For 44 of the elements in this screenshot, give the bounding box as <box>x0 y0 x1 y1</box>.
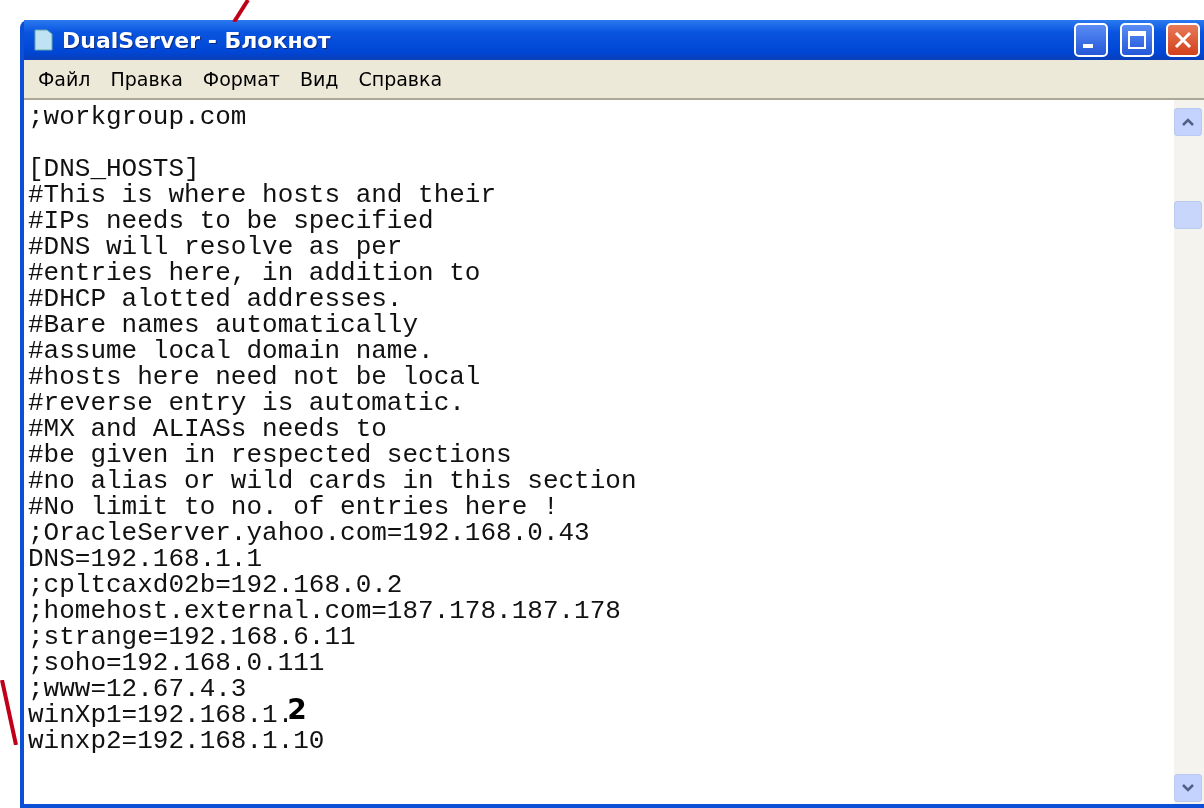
close-icon <box>1173 30 1193 50</box>
maximize-button[interactable] <box>1120 23 1154 57</box>
text-line: #hosts here need not be local <box>28 364 481 390</box>
menu-item[interactable]: Файл <box>30 68 99 90</box>
close-button[interactable] <box>1166 23 1200 57</box>
text-line: winxp2=192.168.1.10 <box>28 728 325 754</box>
text-line: ;homehost.external.com=187.178.187.178 <box>28 598 621 624</box>
chevron-down-icon <box>1181 783 1195 793</box>
text-line: #entries here, in addition to <box>28 260 481 286</box>
text-line: #assume local domain name. <box>28 338 434 364</box>
text-line: ;workgroup.com <box>28 104 247 130</box>
text-line: #reverse entry is automatic. <box>28 390 465 416</box>
scroll-thumb[interactable] <box>1174 201 1202 229</box>
text-line: ;strange=192.168.6.11 <box>28 624 356 650</box>
text-line: #IPs needs to be specified <box>28 208 434 234</box>
menu-item[interactable]: Правка <box>102 68 191 90</box>
annotation-line <box>230 0 250 22</box>
minimize-icon <box>1083 44 1093 48</box>
text-line: ;OracleServer.yahoo.com=192.168.0.43 <box>28 520 590 546</box>
menu-item[interactable]: Вид <box>291 68 347 90</box>
window-title: DualServer - Блокнот <box>62 27 332 53</box>
maximize-icon <box>1127 30 1147 50</box>
menu-item[interactable]: Справка <box>350 68 451 90</box>
text-line: ;cpltcaxd02b=192.168.0.2 <box>28 572 403 598</box>
text-line: #No limit to no. of entries here ! <box>28 494 559 520</box>
text-line: #be given in respected sections <box>28 442 512 468</box>
text-line: #DHCP alotted addresses. <box>28 286 403 312</box>
notepad-icon <box>32 28 54 52</box>
text-line: [DNS_HOSTS] <box>28 156 200 182</box>
text-line: #DNS will resolve as per <box>28 234 403 260</box>
annotation-line <box>0 680 20 745</box>
chevron-up-icon <box>1181 117 1195 127</box>
text-line: #Bare names automatically <box>28 312 419 338</box>
text-line: #no alias or wild cards in this section <box>28 468 637 494</box>
minimize-button[interactable] <box>1074 23 1108 57</box>
scroll-down-button[interactable] <box>1174 774 1202 802</box>
menu-item[interactable]: Формат <box>194 68 288 90</box>
text-line: ;soho=192.168.0.111 <box>28 650 325 676</box>
text-line: ;www=12.67.4.3 <box>28 676 247 702</box>
scroll-up-button[interactable] <box>1174 108 1202 136</box>
scrollbar[interactable] <box>1174 100 1204 804</box>
text-line: DNS=192.168.1.1 <box>28 546 263 572</box>
text-line: #MX and ALIASs needs to <box>28 416 387 442</box>
text-line: #This is where hosts and their <box>28 182 497 208</box>
